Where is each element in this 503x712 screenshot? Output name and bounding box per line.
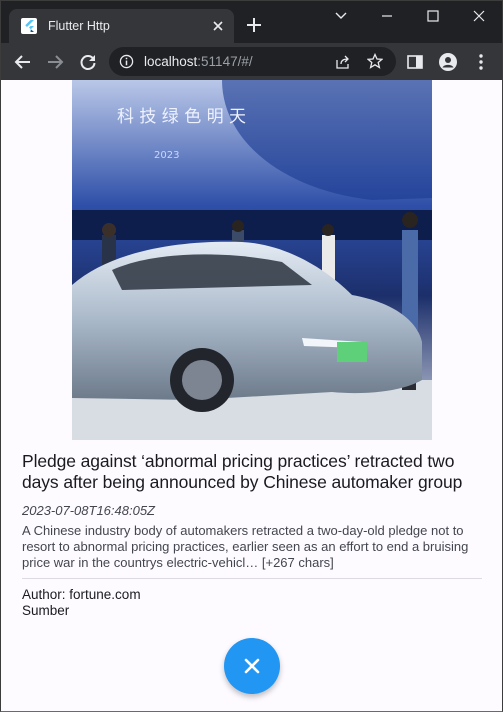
side-panel-icon[interactable] bbox=[405, 52, 425, 72]
article-title: Pledge against ‘abnormal pricing practic… bbox=[22, 451, 463, 492]
bookmark-star-icon[interactable] bbox=[367, 53, 383, 69]
close-fab-button[interactable] bbox=[224, 638, 280, 694]
article-author: Author: fortune.com bbox=[22, 587, 141, 602]
profile-avatar-icon[interactable] bbox=[438, 52, 458, 72]
browser-window: Flutter Http localhost:51147/#/ 科 技 绿 色 … bbox=[0, 0, 503, 712]
url-host: localhost bbox=[144, 54, 198, 69]
browser-tab[interactable]: Flutter Http bbox=[9, 9, 234, 43]
url-path: :51147/#/ bbox=[197, 54, 253, 69]
close-window-icon[interactable] bbox=[469, 7, 489, 25]
close-icon bbox=[244, 658, 260, 674]
maximize-icon[interactable] bbox=[423, 7, 443, 25]
minimize-icon[interactable] bbox=[377, 7, 397, 25]
tab-strip: Flutter Http bbox=[1, 1, 502, 43]
article-image: 科 技 绿 色 明 天 2023 bbox=[72, 80, 432, 440]
site-info-icon[interactable] bbox=[119, 54, 134, 69]
article-date: 2023-07-08T16:48:05Z bbox=[22, 503, 155, 518]
close-tab-icon[interactable] bbox=[210, 18, 226, 34]
page-viewport: 科 技 绿 色 明 天 2023 Pledge against ‘abnorma… bbox=[1, 80, 502, 711]
article-description: A Chinese industry body of automakers re… bbox=[22, 523, 469, 570]
tab-title: Flutter Http bbox=[48, 19, 110, 33]
address-bar[interactable]: localhost:51147/#/ bbox=[109, 47, 396, 76]
image-banner-text: 科 技 绿 色 明 天 bbox=[117, 107, 246, 127]
article-source: Sumber bbox=[22, 603, 70, 618]
reload-icon[interactable] bbox=[78, 52, 98, 72]
menu-kebab-icon[interactable] bbox=[471, 52, 491, 72]
browser-toolbar: localhost:51147/#/ bbox=[1, 43, 502, 80]
divider bbox=[22, 578, 482, 579]
back-arrow-icon[interactable] bbox=[13, 52, 33, 72]
tab-search-chevron-icon[interactable] bbox=[331, 7, 351, 25]
new-tab-icon[interactable] bbox=[244, 15, 264, 35]
share-icon[interactable] bbox=[335, 54, 351, 70]
image-banner-year: 2023 bbox=[154, 150, 179, 161]
forward-arrow-icon[interactable] bbox=[45, 52, 65, 72]
url-text[interactable]: localhost:51147/#/ bbox=[144, 54, 253, 69]
flutter-logo-icon bbox=[21, 18, 37, 34]
